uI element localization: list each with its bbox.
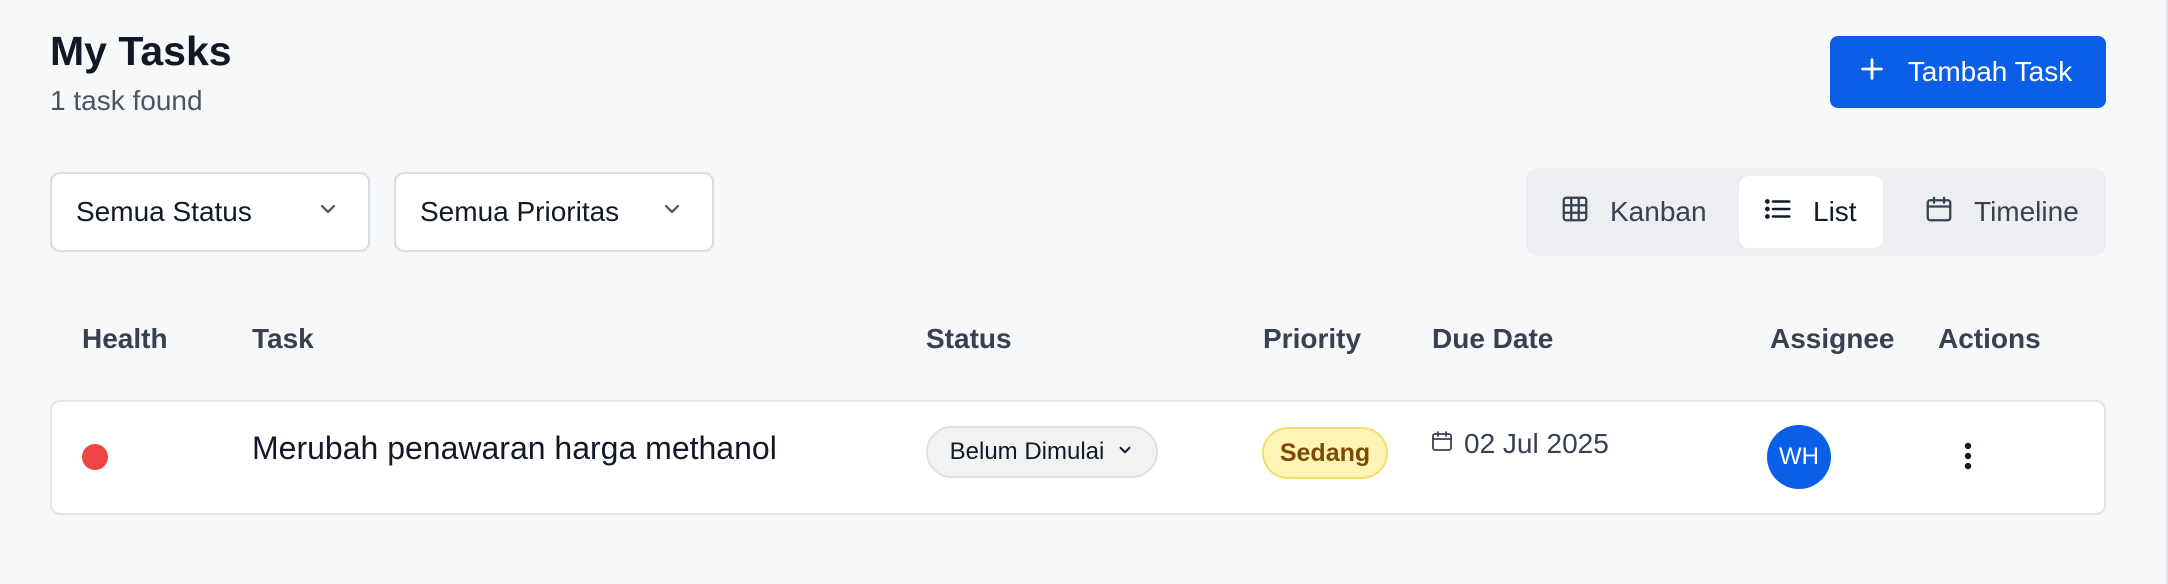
task-title[interactable]: Merubah penawaran harga methanol [252,430,777,467]
column-header-assignee: Assignee [1770,323,1895,354]
plus-icon [1858,55,1886,90]
view-list-button[interactable]: List [1739,176,1883,248]
status-filter-select[interactable]: Semua Status [50,172,370,252]
status-dropdown[interactable]: Belum Dimulai [926,426,1158,478]
more-actions-button[interactable] [1956,440,1980,476]
column-header-health: Health [82,323,168,354]
priority-filter-value: Semua Prioritas [420,196,620,227]
task-count: 1 task found [50,85,203,116]
priority-badge: Sedang [1262,427,1388,479]
view-kanban-label: Kanban [1610,196,1707,227]
column-header-task: Task [252,323,314,354]
view-kanban-button[interactable]: Kanban [1526,176,1736,248]
column-header-status: Status [926,323,1012,354]
chevron-down-icon [316,196,340,228]
calendar-icon [1924,194,1954,231]
calendar-icon [1430,428,1454,460]
add-task-label: Tambah Task [1907,56,2073,87]
chevron-down-icon [660,196,684,228]
view-timeline-button[interactable]: Timeline [1888,176,2106,248]
list-icon [1763,194,1793,231]
health-indicator [82,444,108,470]
more-vertical-icon [1964,442,1972,475]
due-date: 02 Jul 2025 [1430,428,1609,460]
avatar[interactable]: WH [1767,425,1831,489]
view-list-label: List [1813,196,1857,227]
priority-filter-select[interactable]: Semua Prioritas [394,172,714,252]
grid-icon [1560,194,1590,231]
page-title: My Tasks [50,28,232,74]
add-task-button[interactable]: Tambah Task [1830,36,2106,108]
view-toggle: Kanban List Timeline [1526,168,2106,256]
status-value: Belum Dimulai [949,438,1105,465]
column-header-priority: Priority [1263,323,1362,354]
chevron-down-icon [1116,438,1134,466]
view-timeline-label: Timeline [1974,196,2079,227]
column-header-actions: Actions [1938,323,2041,354]
status-filter-value: Semua Status [76,196,252,227]
column-header-due-date: Due Date [1432,323,1554,354]
due-date-text: 02 Jul 2025 [1464,428,1609,459]
